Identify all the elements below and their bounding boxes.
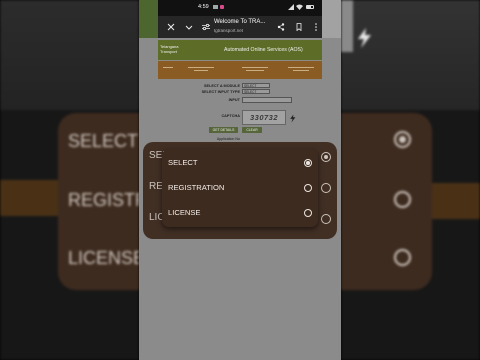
close-icon[interactable] [167, 23, 175, 31]
backdrop-page-edge [341, 0, 353, 52]
input-field[interactable] [242, 97, 292, 103]
backdrop-dialog [341, 113, 432, 290]
clear-button[interactable]: CLEAR [242, 127, 262, 133]
input-type-label: SELECT INPUT TYPE [201, 90, 240, 94]
nav-item[interactable] [161, 65, 175, 75]
page-title: Welcome To TRA... [214, 19, 266, 25]
captcha-refresh-icon[interactable] [289, 113, 297, 124]
tune-icon[interactable] [202, 23, 210, 31]
site-nav [158, 61, 322, 79]
dialog-option-registration[interactable]: REGISTRATION [162, 174, 318, 199]
backdrop-radio-registration [394, 191, 411, 208]
more-vert-icon[interactable] [312, 23, 320, 31]
signal-icon [288, 4, 294, 10]
radio-button[interactable] [304, 159, 312, 167]
nav-item[interactable] [286, 65, 316, 75]
get-details-button[interactable]: GET DETAILS [209, 127, 238, 133]
module-select[interactable]: SELECT [242, 83, 270, 88]
ghost-radio [321, 152, 331, 162]
radio-button[interactable] [304, 184, 312, 192]
backdrop-page [341, 0, 480, 110]
phone-screen: 4:59 Welcome To TRA... tgtransport.net T… [139, 0, 341, 360]
backdrop-option-license: LICENSE [68, 248, 139, 268]
option-label: REGISTRATION [168, 183, 225, 192]
status-time: 4:59 [198, 4, 209, 10]
backdrop-radio-select [394, 131, 411, 148]
captcha-refresh-icon [358, 28, 371, 48]
nav-item[interactable] [186, 65, 216, 75]
input-type-select[interactable]: SELECT [242, 89, 270, 94]
browser-toolbar: Welcome To TRA... tgtransport.net [158, 16, 322, 38]
backdrop-radio-license [394, 249, 411, 266]
battery-icon [306, 5, 314, 9]
input-label: INPUT [228, 98, 240, 102]
chevron-down-icon[interactable] [185, 23, 193, 31]
screen-gutter [139, 0, 158, 38]
status-bar: 4:59 [158, 0, 322, 16]
share-icon[interactable] [277, 23, 285, 31]
backdrop-nav-band [432, 183, 480, 219]
site-header: Telangana Transport Automated Online Ser… [158, 40, 322, 60]
backdrop-nav-band [0, 180, 60, 216]
backdrop-page [0, 0, 139, 110]
dialog-option-license[interactable]: LICENSE [162, 199, 318, 224]
backdrop-option-registration: REGISTRATION [68, 190, 139, 210]
dialog-option-select[interactable]: SELECT [162, 149, 318, 174]
site-brand[interactable]: Telangana Transport [160, 44, 184, 54]
left-blurred-backdrop: SELECT REGISTRATION LICENSE [0, 0, 139, 360]
notification-icon [220, 5, 224, 9]
wifi-icon [296, 4, 303, 10]
site-heading: Automated Online Services (AOS) [224, 47, 303, 53]
nav-item[interactable] [240, 65, 270, 75]
right-blurred-backdrop [341, 0, 480, 360]
screen-gutter [322, 0, 341, 38]
bookmark-icon[interactable] [295, 23, 303, 31]
ghost-radio [321, 214, 331, 224]
backdrop-option-select: SELECT [68, 131, 139, 151]
radio-button[interactable] [304, 209, 312, 217]
application-no-label: Application No [216, 137, 240, 141]
module-label: SELECT A MODULE [204, 84, 240, 88]
notification-icon [213, 5, 218, 9]
option-label: LICENSE [168, 208, 201, 217]
select-dialog: SELECT REGISTRATION LICENSE [162, 149, 318, 227]
option-label: SELECT [168, 158, 198, 167]
ghost-radio [321, 183, 331, 193]
page-url[interactable]: tgtransport.net [214, 28, 243, 33]
captcha-image: 330732 [242, 110, 286, 125]
captcha-label: CAPTCHA [221, 114, 240, 118]
